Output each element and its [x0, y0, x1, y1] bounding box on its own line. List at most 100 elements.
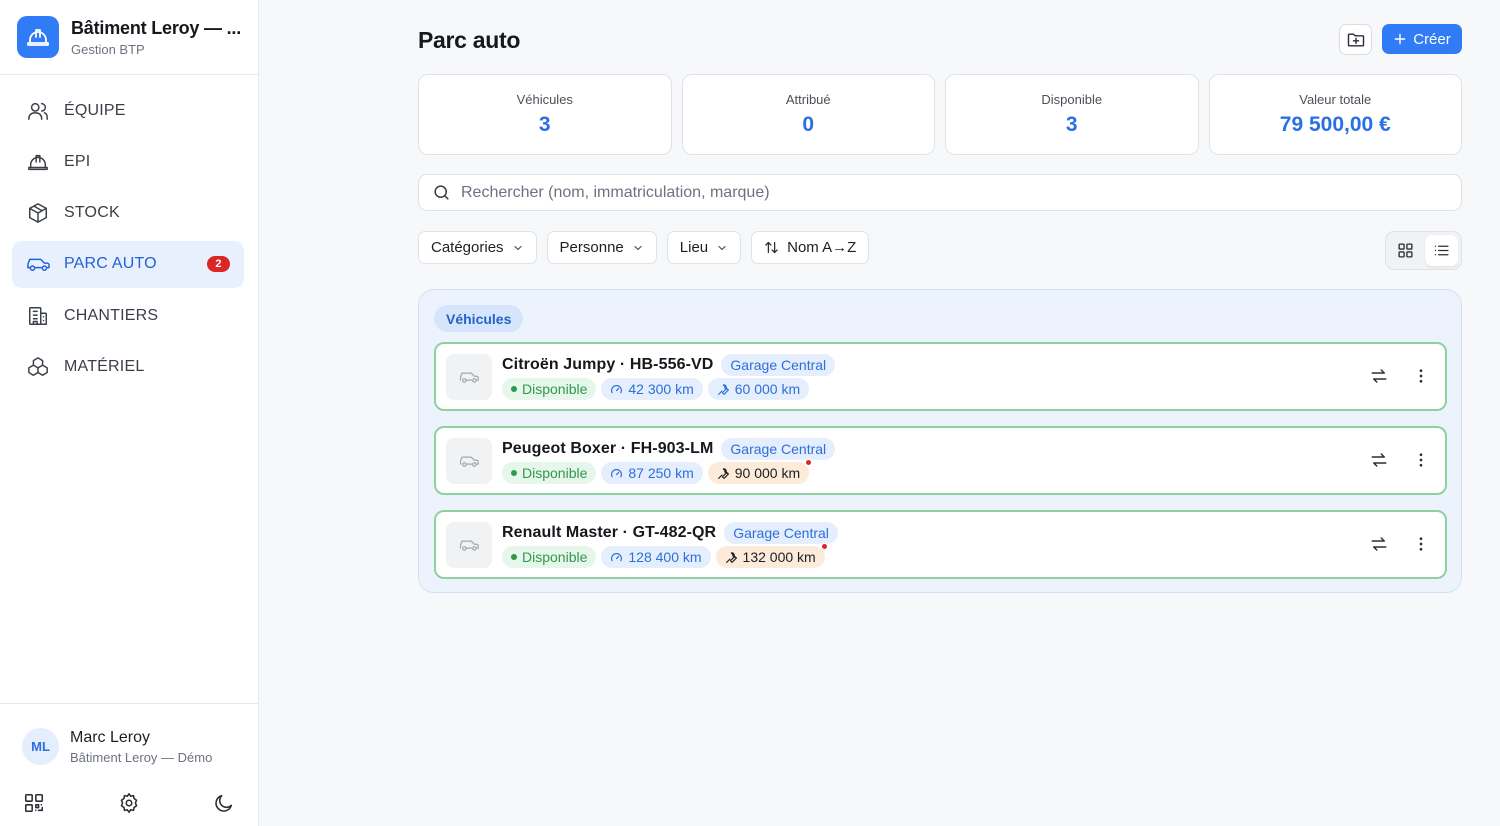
- sidebar-item-materiel[interactable]: MATÉRIEL: [12, 343, 244, 390]
- car-icon: [446, 354, 492, 400]
- sidebar-item-label: MATÉRIEL: [64, 357, 145, 375]
- person-filter[interactable]: Personne: [546, 231, 657, 264]
- swap-arrows-icon: [1370, 451, 1388, 469]
- grid-icon: [1397, 242, 1414, 259]
- service-badge: 132 000 km: [715, 543, 828, 568]
- create-button-label: Créer: [1413, 30, 1451, 48]
- moon-icon[interactable]: [212, 791, 236, 815]
- chevron-down-icon: [632, 242, 644, 254]
- service-badge: 90 000 km: [707, 459, 813, 484]
- page-title: Parc auto: [418, 27, 521, 53]
- list-icon: [1433, 242, 1450, 259]
- mileage-value: 87 250 km: [628, 465, 694, 481]
- vehicle-title: Renault Master · GT-482-QR: [502, 524, 717, 541]
- sidebar-item-label: STOCK: [64, 204, 120, 222]
- status-dot: [511, 386, 517, 392]
- more-vertical-icon: [1412, 367, 1430, 385]
- chevron-down-icon: [716, 242, 728, 254]
- grid-view-button[interactable]: [1389, 235, 1422, 266]
- filter-label: Lieu: [679, 239, 709, 256]
- sort-button[interactable]: Nom A→Z: [751, 231, 870, 264]
- service-alert-dot: [820, 543, 828, 550]
- sort-icon: [764, 240, 779, 255]
- categories-filter[interactable]: Catégories: [418, 231, 537, 264]
- vehicle-title: Peugeot Boxer · FH-903-LM: [502, 440, 714, 457]
- qr-code-icon[interactable]: [22, 791, 46, 815]
- user-panel: ML Marc Leroy Bâtiment Leroy — Démo: [0, 703, 258, 826]
- search-bar: [418, 174, 1462, 211]
- vehicles-group: Véhicules Citroën Jumpy · HB-556-VD Gara…: [418, 289, 1462, 593]
- sidebar-item-parc-auto[interactable]: PARC AUTO 2: [12, 240, 244, 288]
- gear-icon[interactable]: [117, 791, 141, 815]
- location-badge: Garage Central: [724, 522, 838, 544]
- user-name: Marc Leroy: [70, 728, 151, 746]
- status-label: Disponible: [522, 381, 588, 397]
- service-value: 60 000 km: [734, 381, 801, 397]
- hard-hat-icon: [17, 16, 59, 58]
- more-vertical-icon: [1412, 451, 1430, 469]
- service-alert-dot: [805, 459, 813, 466]
- search-input[interactable]: [461, 183, 1361, 202]
- status-badge: Disponible: [502, 546, 597, 568]
- stat-value: 3: [1065, 113, 1078, 136]
- status-label: Disponible: [522, 549, 588, 565]
- swap-arrows-icon: [1370, 367, 1388, 385]
- brand-subtitle: Gestion BTP: [71, 41, 145, 57]
- building-icon: [26, 304, 50, 328]
- mileage-value: 42 300 km: [628, 381, 694, 397]
- avatar: ML: [22, 728, 59, 765]
- view-toggle: [1385, 231, 1462, 270]
- list-view-button[interactable]: [1425, 235, 1458, 266]
- swap-arrows-icon: [1370, 535, 1388, 553]
- vehicle-card[interactable]: Peugeot Boxer · FH-903-LM Garage Central…: [434, 426, 1447, 495]
- stat-label: Disponible: [1041, 92, 1103, 107]
- create-button[interactable]: Créer: [1382, 24, 1462, 54]
- sidebar-item-label: EPI: [64, 152, 91, 170]
- filter-label: Personne: [559, 239, 624, 256]
- transfer-button[interactable]: [1369, 366, 1389, 386]
- chevron-down-icon: [512, 242, 524, 254]
- group-label: Véhicules: [434, 305, 524, 332]
- sidebar-item-label: PARC AUTO: [64, 255, 157, 273]
- users-icon: [26, 99, 50, 123]
- transfer-button[interactable]: [1369, 534, 1389, 554]
- more-options-button[interactable]: [1411, 450, 1431, 470]
- transfer-button[interactable]: [1369, 450, 1389, 470]
- status-dot: [511, 470, 517, 476]
- service-badge: 60 000 km: [707, 378, 810, 400]
- stat-label: Valeur totale: [1299, 92, 1372, 107]
- sidebar-item-stock[interactable]: STOCK: [12, 190, 244, 237]
- vehicle-card[interactable]: Citroën Jumpy · HB-556-VD Garage Central…: [434, 342, 1447, 411]
- import-folder-button[interactable]: [1339, 24, 1372, 55]
- stat-card-available: Disponible 3: [945, 74, 1199, 155]
- status-badge: Disponible: [502, 462, 597, 484]
- service-value: 132 000 km: [742, 549, 816, 565]
- sort-label: Nom A→Z: [787, 239, 857, 256]
- stat-card-vehicles: Véhicules 3: [418, 74, 672, 155]
- sidebar-item-chantiers[interactable]: CHANTIERS: [12, 292, 244, 339]
- gauge-icon: [610, 551, 623, 564]
- mileage-badge: 87 250 km: [601, 462, 703, 484]
- sidebar-nav: ÉQUIPE EPI STOCK PARC AUTO 2 CHANTIERS M…: [12, 87, 244, 395]
- sidebar-item-equipe[interactable]: ÉQUIPE: [12, 87, 244, 134]
- wrench-icon: [725, 551, 738, 564]
- more-options-button[interactable]: [1411, 534, 1431, 554]
- mileage-value: 128 400 km: [628, 549, 702, 565]
- stat-value: 0: [802, 113, 815, 136]
- brand-header[interactable]: Bâtiment Leroy — ... Gestion BTP: [0, 0, 258, 75]
- wrench-icon: [717, 383, 730, 396]
- search-icon: [432, 183, 451, 202]
- stat-value: 3: [538, 113, 551, 136]
- plus-icon: [1393, 32, 1407, 46]
- user-profile[interactable]: ML Marc Leroy Bâtiment Leroy — Démo: [0, 704, 258, 765]
- more-options-button[interactable]: [1411, 366, 1431, 386]
- vehicle-title: Citroën Jumpy · HB-556-VD: [502, 356, 714, 373]
- stat-value: 79 500,00 €: [1279, 113, 1391, 136]
- vehicle-card[interactable]: Renault Master · GT-482-QR Garage Centra…: [434, 510, 1447, 579]
- sidebar-item-epi[interactable]: EPI: [12, 138, 244, 185]
- location-badge: Garage Central: [721, 354, 836, 376]
- boxes-icon: [26, 355, 50, 379]
- stat-label: Attribué: [785, 92, 831, 107]
- more-vertical-icon: [1412, 535, 1430, 553]
- location-filter[interactable]: Lieu: [666, 231, 742, 264]
